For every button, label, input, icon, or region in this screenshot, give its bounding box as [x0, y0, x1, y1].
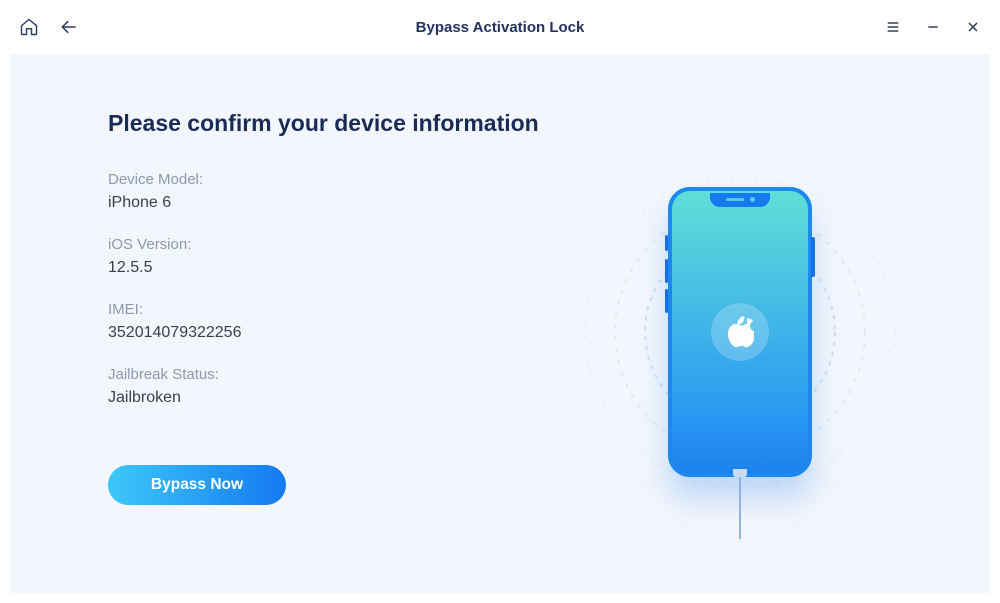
imei-label: IMEI: — [108, 301, 541, 318]
phone-side-button — [665, 235, 668, 251]
jailbreak-label: Jailbreak Status: — [108, 366, 541, 383]
pulse-container — [580, 172, 900, 492]
imei-block: IMEI: 352014079322256 — [108, 301, 541, 342]
home-icon[interactable] — [18, 16, 40, 38]
jailbreak-value: Jailbroken — [108, 389, 541, 407]
phone-side-button — [665, 289, 668, 313]
ios-version-value: 12.5.5 — [108, 259, 541, 277]
titlebar: Bypass Activation Lock — [0, 0, 1000, 54]
device-model-label: Device Model: — [108, 171, 541, 188]
phone-notch — [710, 193, 770, 207]
ios-version-label: iOS Version: — [108, 236, 541, 253]
phone-side-button — [665, 259, 668, 283]
phone-plug — [733, 469, 747, 477]
minimize-icon[interactable] — [924, 18, 942, 36]
phone-cable — [739, 477, 741, 539]
bypass-now-button[interactable]: Bypass Now — [108, 465, 286, 505]
app-window: Bypass Activation Lock Please confirm yo… — [0, 0, 1000, 603]
apple-icon — [726, 316, 754, 348]
phone-icon — [668, 187, 812, 477]
menu-icon[interactable] — [884, 18, 902, 36]
titlebar-nav — [18, 16, 80, 38]
window-title: Bypass Activation Lock — [416, 19, 585, 36]
apple-logo-circle — [711, 303, 769, 361]
device-model-block: Device Model: iPhone 6 — [108, 171, 541, 212]
device-info-panel: Please confirm your device information D… — [108, 110, 541, 553]
content-area: Please confirm your device information D… — [10, 54, 990, 593]
phone-side-button — [811, 237, 815, 277]
imei-value: 352014079322256 — [108, 324, 541, 342]
window-controls — [884, 18, 982, 36]
back-icon[interactable] — [58, 16, 80, 38]
ios-version-block: iOS Version: 12.5.5 — [108, 236, 541, 277]
device-model-value: iPhone 6 — [108, 194, 541, 212]
jailbreak-block: Jailbreak Status: Jailbroken — [108, 366, 541, 407]
page-title: Please confirm your device information — [108, 110, 541, 137]
phone-illustration — [541, 110, 940, 553]
close-icon[interactable] — [964, 18, 982, 36]
